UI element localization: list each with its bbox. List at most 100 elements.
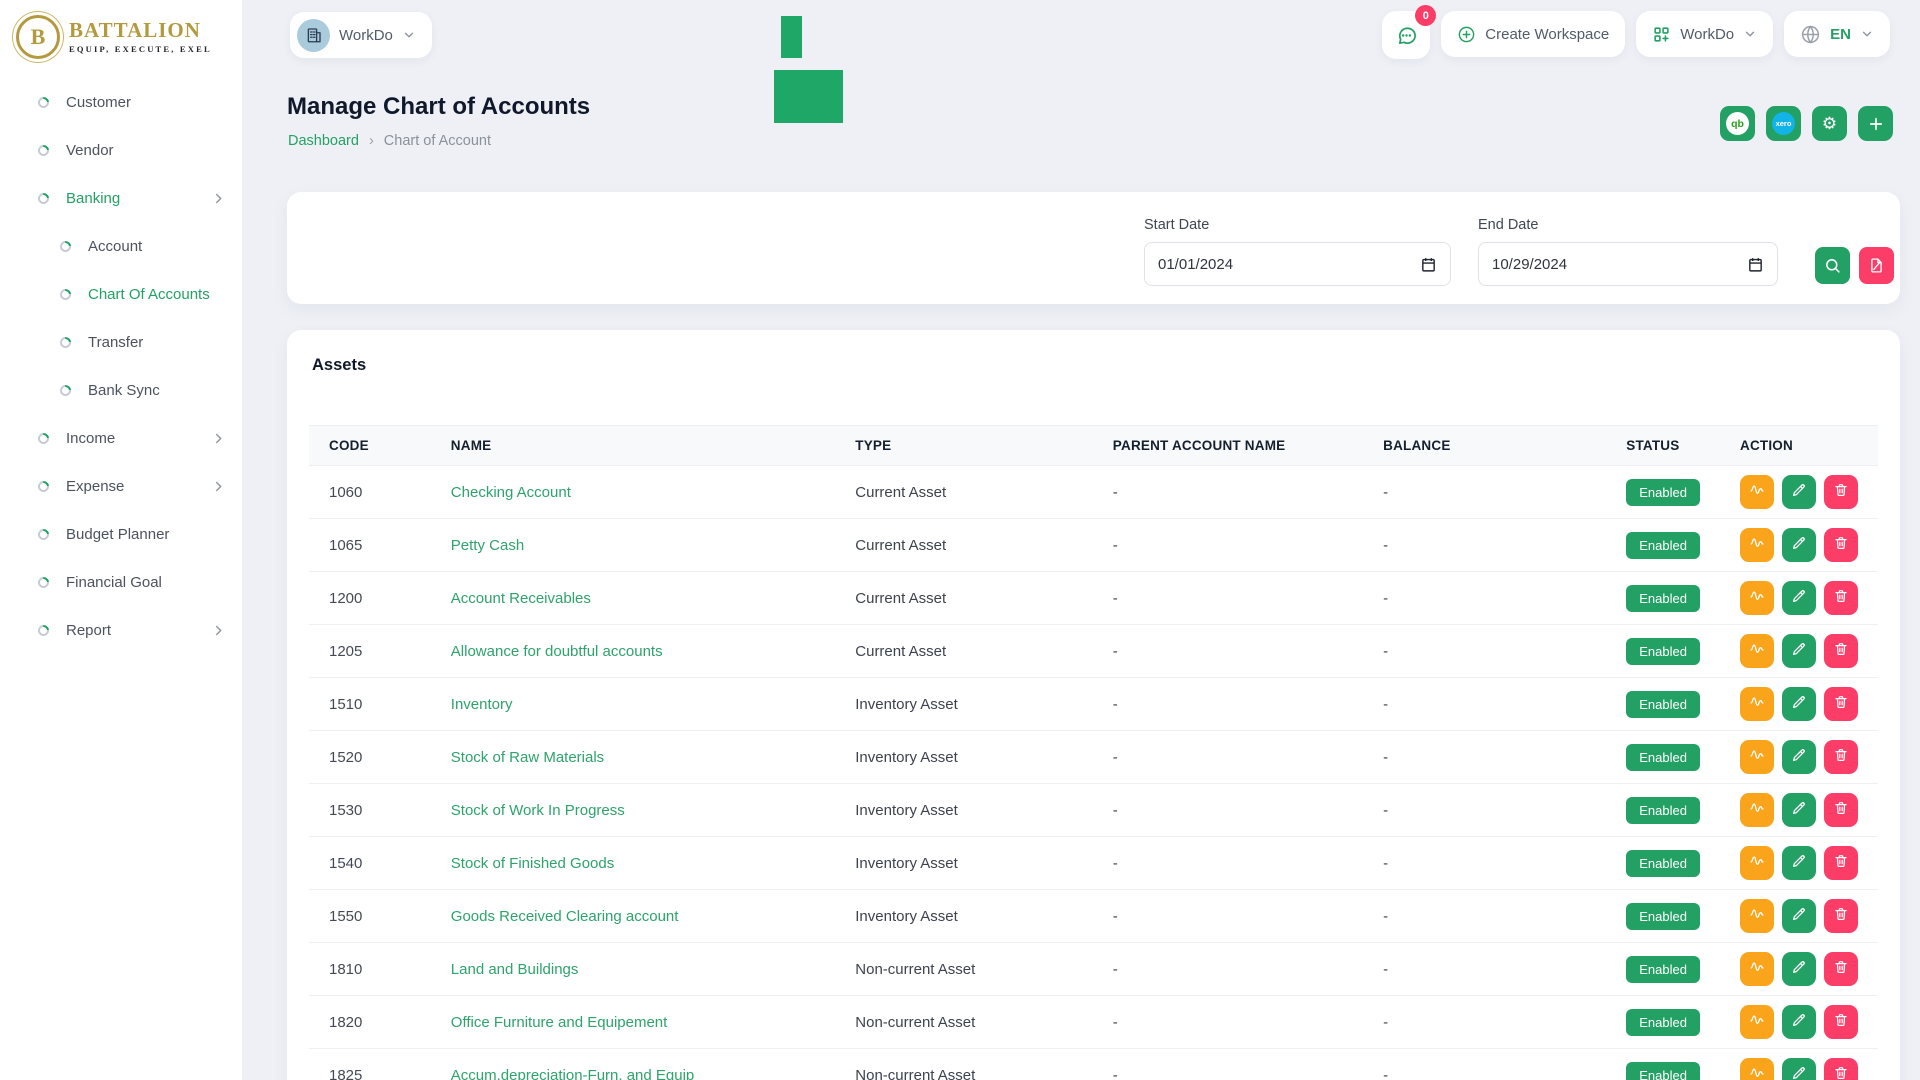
delete-button[interactable] (1824, 1005, 1858, 1039)
sidebar-item-financial-goal[interactable]: Financial Goal (0, 558, 242, 606)
transactions-button[interactable] (1740, 634, 1774, 668)
transactions-button[interactable] (1740, 952, 1774, 986)
row-actions (1740, 687, 1858, 721)
app-switcher[interactable]: WorkDo (1636, 11, 1773, 57)
edit-button[interactable] (1782, 846, 1816, 880)
sidebar-item-banking[interactable]: Banking (0, 174, 242, 222)
transactions-button[interactable] (1740, 740, 1774, 774)
delete-button[interactable] (1824, 1058, 1858, 1080)
transactions-button[interactable] (1740, 475, 1774, 509)
xero-button[interactable]: xero (1766, 106, 1801, 141)
delete-button[interactable] (1824, 475, 1858, 509)
sidebar-item-vendor[interactable]: Vendor (0, 126, 242, 174)
chart-of-accounts-table: CODE NAME TYPE PARENT ACCOUNT NAME BALAN… (309, 425, 1878, 1080)
chevron-right-icon (211, 623, 226, 638)
add-account-button[interactable] (1858, 106, 1893, 141)
account-name-link[interactable]: Stock of Work In Progress (451, 802, 625, 819)
row-actions (1740, 740, 1858, 774)
sidebar-item-expense[interactable]: Expense (0, 462, 242, 510)
workspace-switcher[interactable]: WorkDo (290, 12, 432, 58)
account-name-link[interactable]: Goods Received Clearing account (451, 908, 679, 925)
account-name-link[interactable]: Inventory (451, 696, 513, 713)
status-badge: Enabled (1626, 797, 1700, 824)
transactions-button[interactable] (1740, 793, 1774, 827)
pencil-icon (1791, 906, 1807, 926)
sidebar-item-budget-planner[interactable]: Budget Planner (0, 510, 242, 558)
account-type: Non-current Asset (835, 1049, 1093, 1080)
sidebar-item-account[interactable]: Account (0, 222, 242, 270)
edit-button[interactable] (1782, 1058, 1816, 1080)
topbar: WorkDo 0 Create Workspace WorkDo EN (242, 0, 1920, 70)
edit-button[interactable] (1782, 475, 1816, 509)
edit-button[interactable] (1782, 528, 1816, 562)
account-name-link[interactable]: Checking Account (451, 484, 571, 501)
transactions-button[interactable] (1740, 846, 1774, 880)
transactions-button[interactable] (1740, 1005, 1774, 1039)
calendar-icon[interactable] (1420, 256, 1437, 273)
brand-logo[interactable]: B BATTALION EQUIP, EXECUTE, EXEL (0, 0, 242, 74)
transactions-button[interactable] (1740, 528, 1774, 562)
delete-button[interactable] (1824, 899, 1858, 933)
start-date-input[interactable]: 01/01/2024 (1144, 242, 1451, 286)
edit-button[interactable] (1782, 952, 1816, 986)
account-code: 1510 (309, 678, 431, 731)
edit-button[interactable] (1782, 899, 1816, 933)
plus-icon (1867, 115, 1885, 133)
transactions-button[interactable] (1740, 687, 1774, 721)
account-type: Inventory Asset (835, 890, 1093, 943)
edit-button[interactable] (1782, 581, 1816, 615)
account-name-link[interactable]: Office Furniture and Equipement (451, 1014, 668, 1031)
sidebar-item-income[interactable]: Income (0, 414, 242, 462)
col-balance: BALANCE (1363, 426, 1606, 466)
delete-button[interactable] (1824, 581, 1858, 615)
edit-button[interactable] (1782, 687, 1816, 721)
pencil-icon (1791, 641, 1807, 661)
sidebar-item-label: Vendor (66, 142, 226, 159)
notifications-button[interactable]: 0 (1382, 11, 1430, 59)
breadcrumb-dashboard-link[interactable]: Dashboard (288, 133, 359, 149)
delete-button[interactable] (1824, 793, 1858, 827)
sidebar-item-transfer[interactable]: Transfer (0, 318, 242, 366)
sidebar-item-report[interactable]: Report (0, 606, 242, 654)
account-name-link[interactable]: Stock of Finished Goods (451, 855, 614, 872)
trash-icon (1833, 959, 1849, 979)
reset-filter-button[interactable] (1859, 247, 1894, 284)
transactions-button[interactable] (1740, 899, 1774, 933)
delete-button[interactable] (1824, 634, 1858, 668)
sidebar-item-chart-of-accounts[interactable]: Chart Of Accounts (0, 270, 242, 318)
sidebar-item-label: Report (66, 622, 211, 639)
delete-button[interactable] (1824, 846, 1858, 880)
activity-icon (1749, 747, 1765, 767)
row-actions (1740, 475, 1858, 509)
settings-button[interactable]: ⚙ (1812, 106, 1847, 141)
edit-button[interactable] (1782, 793, 1816, 827)
transactions-button[interactable] (1740, 1058, 1774, 1080)
edit-button[interactable] (1782, 634, 1816, 668)
account-name-link[interactable]: Allowance for doubtful accounts (451, 643, 663, 660)
edit-button[interactable] (1782, 1005, 1816, 1039)
calendar-icon[interactable] (1747, 256, 1764, 273)
delete-button[interactable] (1824, 740, 1858, 774)
quickbooks-button[interactable]: qb (1720, 106, 1755, 141)
bullet-icon (58, 334, 73, 349)
delete-button[interactable] (1824, 528, 1858, 562)
transactions-button[interactable] (1740, 581, 1774, 615)
delete-button[interactable] (1824, 952, 1858, 986)
account-name-link[interactable]: Account Receivables (451, 590, 591, 607)
edit-button[interactable] (1782, 740, 1816, 774)
status-badge: Enabled (1626, 1009, 1700, 1036)
sidebar-item-customer[interactable]: Customer (0, 78, 242, 126)
account-name-link[interactable]: Accum.depreciation-Furn. and Equip (451, 1067, 694, 1080)
create-workspace-label: Create Workspace (1485, 26, 1609, 43)
account-name-link[interactable]: Stock of Raw Materials (451, 749, 604, 766)
render-artifact-block (774, 70, 843, 123)
create-workspace-button[interactable]: Create Workspace (1441, 11, 1625, 57)
delete-button[interactable] (1824, 687, 1858, 721)
account-name-link[interactable]: Petty Cash (451, 537, 524, 554)
search-button[interactable] (1815, 247, 1850, 284)
main-content: Manage Chart of Accounts Dashboard › Cha… (242, 70, 1920, 1080)
language-selector[interactable]: EN (1784, 11, 1890, 57)
sidebar-item-bank-sync[interactable]: Bank Sync (0, 366, 242, 414)
end-date-input[interactable]: 10/29/2024 (1478, 242, 1778, 286)
account-name-link[interactable]: Land and Buildings (451, 961, 579, 978)
